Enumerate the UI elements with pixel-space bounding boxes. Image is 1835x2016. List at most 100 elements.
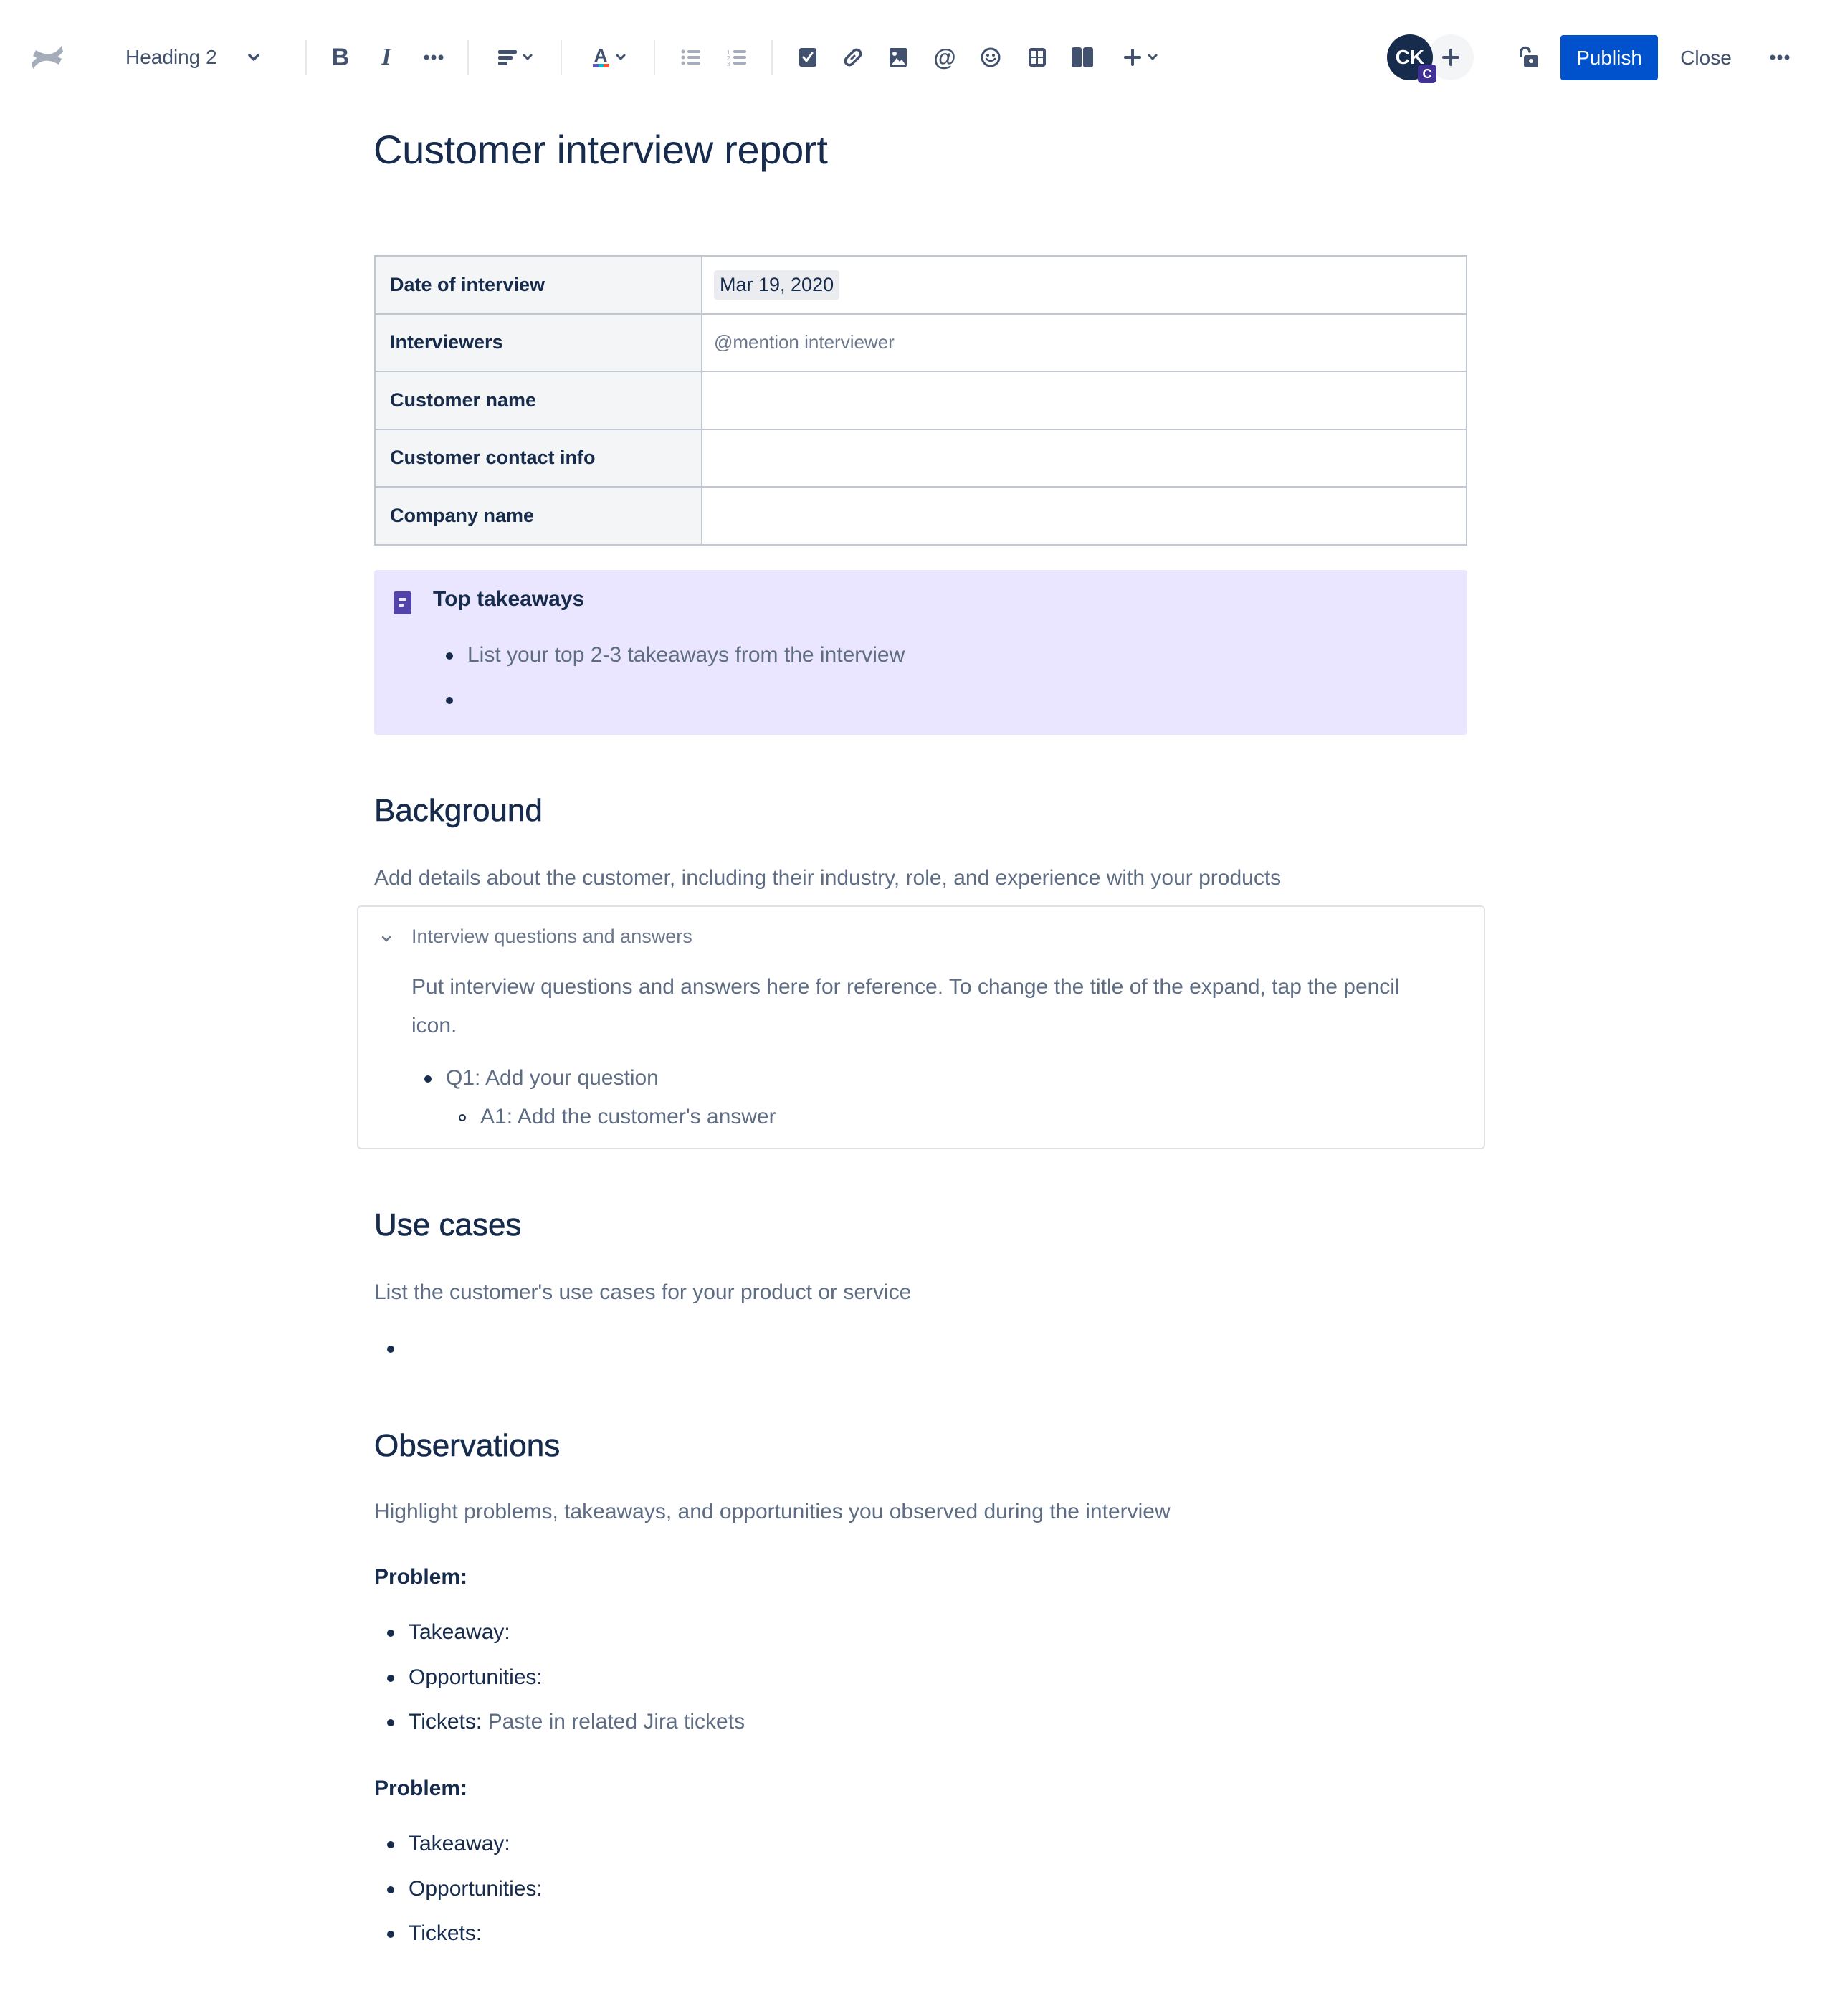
mention-placeholder[interactable]: @mention interviewer	[714, 331, 895, 353]
svg-text:3: 3	[727, 61, 730, 66]
table-header-cell[interactable]: Company name	[374, 486, 702, 546]
image-button[interactable]	[884, 43, 912, 72]
bullet-list-icon	[681, 49, 700, 65]
toolbar-divider	[654, 40, 655, 75]
more-icon	[424, 54, 444, 60]
problem-label[interactable]: Problem:	[374, 1565, 467, 1589]
plus-icon	[1442, 49, 1459, 66]
table-cell[interactable]: Mar 19, 2020	[701, 255, 1467, 315]
mention-button[interactable]: @	[930, 43, 959, 72]
table-header-cell[interactable]: Interviewers	[374, 313, 702, 372]
tickets-hint: Paste in related Jira tickets	[487, 1710, 745, 1734]
bullet-icon	[387, 1674, 394, 1682]
list-item-text: List your top 2-3 takeaways from the int…	[467, 643, 905, 667]
bullet-icon	[387, 1630, 394, 1637]
avatar-badge: C	[1418, 65, 1436, 83]
action-item-button[interactable]	[793, 43, 822, 72]
section-heading-use-cases: Use cases	[374, 1207, 522, 1243]
table-header-cell[interactable]: Customer name	[374, 371, 702, 430]
chevron-down-icon	[1148, 54, 1158, 61]
plus-icon	[1124, 49, 1141, 66]
toolbar-divider	[561, 40, 562, 75]
note-panel[interactable]: Top takeaways List your top 2-3 takeaway…	[374, 570, 1467, 735]
toolbar-divider	[305, 40, 307, 75]
list-item[interactable]: List your top 2-3 takeaways from the int…	[446, 642, 905, 686]
list-item[interactable]: A1: Add the customer's answer	[459, 1103, 776, 1142]
text-style-dropdown[interactable]: Heading 2	[125, 37, 260, 77]
date-chip[interactable]: Mar 19, 2020	[714, 270, 840, 300]
publish-label: Publish	[1576, 46, 1642, 69]
expand-block: Interview questions and answers Put inte…	[357, 905, 1485, 1149]
bullet-icon	[387, 1719, 394, 1726]
section-heading-observations: Observations	[374, 1428, 561, 1464]
list-item[interactable]: Takeaway:	[387, 1619, 745, 1664]
italic-icon: I	[381, 44, 391, 70]
list-item[interactable]: Tickets: Paste in related Jira tickets	[387, 1708, 745, 1754]
section-heading-background: Background	[374, 793, 543, 829]
table-cell[interactable]	[701, 486, 1467, 546]
toolbar-divider	[771, 40, 773, 75]
table-button[interactable]	[1023, 43, 1052, 72]
more-icon	[1770, 54, 1790, 60]
expand-body-text[interactable]: Put interview questions and answers here…	[411, 968, 1415, 1045]
list-item[interactable]: Tickets:	[387, 1920, 543, 1965]
page-title[interactable]: Customer interview report	[373, 126, 828, 173]
list-item[interactable]	[446, 686, 905, 731]
interview-info-table: Date of interview Mar 19, 2020 Interview…	[374, 255, 1467, 546]
numbered-list-button[interactable]: 123	[723, 43, 751, 72]
observations-description[interactable]: Highlight problems, takeaways, and oppor…	[374, 1500, 1171, 1524]
use-cases-description[interactable]: List the customer's use cases for your p…	[374, 1280, 911, 1305]
table-row: Interviewers @mention interviewer	[374, 313, 1467, 372]
table-row: Date of interview Mar 19, 2020	[374, 255, 1467, 315]
more-actions-button[interactable]	[1765, 43, 1794, 72]
table-header-cell[interactable]: Customer contact info	[374, 428, 702, 488]
takeaway-label: Takeaway:	[409, 1832, 510, 1855]
list-item[interactable]: Opportunities:	[387, 1664, 745, 1709]
table-icon	[1029, 48, 1046, 67]
bullet-icon	[446, 652, 453, 660]
table-header-cell[interactable]: Date of interview	[374, 255, 702, 315]
list-item[interactable]: Opportunities:	[387, 1875, 543, 1921]
emoji-button[interactable]	[976, 43, 1005, 72]
bullet-list-button[interactable]	[677, 43, 705, 72]
insert-dropdown[interactable]	[1118, 43, 1164, 72]
table-cell[interactable]	[701, 428, 1467, 488]
chevron-down-icon	[248, 54, 259, 61]
text-color-dropdown[interactable]: A	[586, 42, 632, 73]
list-item[interactable]: Q1: Add your question	[424, 1065, 776, 1103]
svg-text:A: A	[594, 46, 608, 66]
text-color-icon: A	[593, 46, 609, 67]
chevron-down-icon[interactable]	[380, 933, 393, 946]
alignment-dropdown[interactable]	[493, 43, 539, 72]
more-formatting-button[interactable]	[419, 43, 448, 72]
list-item[interactable]: Takeaway:	[387, 1830, 543, 1875]
problem-label[interactable]: Problem:	[374, 1777, 467, 1801]
table-cell[interactable]: @mention interviewer	[701, 313, 1467, 372]
opportunities-label: Opportunities:	[409, 1665, 543, 1689]
close-button[interactable]: Close	[1670, 35, 1742, 80]
chevron-down-icon	[616, 54, 626, 61]
numbered-list-icon: 123	[727, 49, 746, 66]
expand-title[interactable]: Interview questions and answers	[411, 926, 692, 948]
confluence-logo-icon[interactable]	[26, 36, 69, 79]
bold-button[interactable]: B	[326, 43, 355, 72]
link-button[interactable]	[839, 43, 867, 72]
emoji-icon	[981, 47, 1001, 67]
background-description[interactable]: Add details about the customer, includin…	[374, 866, 1281, 890]
table-row: Customer name	[374, 371, 1467, 430]
hollow-bullet-icon	[459, 1114, 466, 1121]
table-row: Company name	[374, 486, 1467, 546]
restrictions-button[interactable]	[1514, 43, 1543, 72]
bullet-icon	[387, 1886, 394, 1893]
problem-list: Takeaway: Opportunities: Tickets: Paste …	[387, 1619, 745, 1754]
italic-button[interactable]: I	[372, 43, 401, 72]
publish-button[interactable]: Publish	[1560, 35, 1658, 80]
layout-button[interactable]	[1068, 43, 1097, 72]
table-cell[interactable]	[701, 371, 1467, 430]
bullet-icon	[424, 1075, 432, 1083]
image-icon	[890, 48, 907, 67]
takeaway-label: Takeaway:	[409, 1620, 510, 1644]
bullet-icon	[387, 1841, 394, 1848]
toolbar-divider	[467, 40, 469, 75]
chevron-down-icon	[523, 54, 533, 61]
